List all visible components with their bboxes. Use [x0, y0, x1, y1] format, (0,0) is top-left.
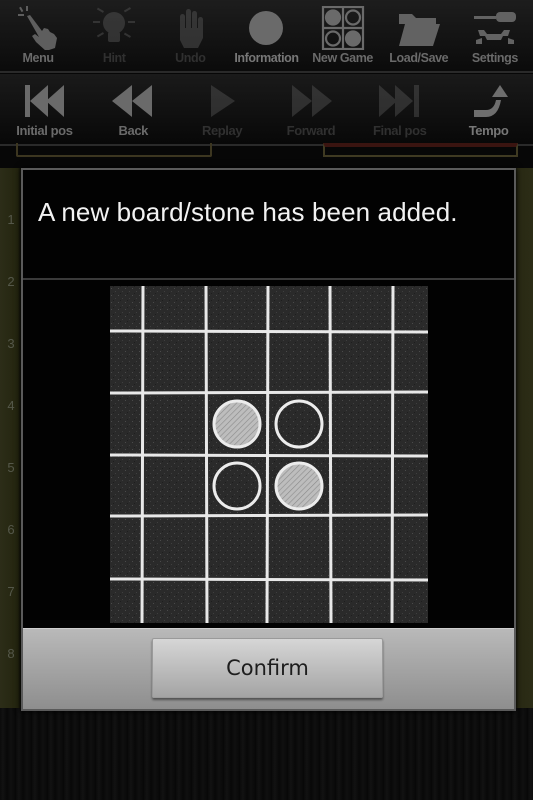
new-game-button[interactable]: New Game [305, 0, 381, 71]
final-pos-button[interactable]: Final pos [355, 74, 444, 144]
back-label: Back [118, 123, 149, 138]
final-pos-label: Final pos [372, 123, 427, 138]
chalk-grid-line [110, 390, 428, 395]
folder-icon [398, 14, 440, 46]
forward-button[interactable]: Forward [266, 74, 355, 144]
black-stone [274, 399, 324, 449]
fast-forward-icon [291, 85, 332, 117]
settings-button[interactable]: Settings [457, 0, 533, 71]
load-save-label: Load/Save [389, 51, 449, 65]
main-toolbar: Menu Hint Undo Information New Game Load… [0, 0, 533, 73]
white-stone [212, 399, 262, 449]
board-preview-image [110, 286, 428, 623]
player1-score-panel [16, 143, 212, 157]
replay-label: Replay [201, 123, 243, 138]
dialog-divider [23, 278, 514, 280]
black-stone [212, 461, 262, 511]
confirm-button[interactable]: Confirm [152, 638, 383, 698]
notification-dialog: A new board/stone has been added. Confir… [21, 168, 516, 711]
wrench-screwdriver-icon [473, 12, 516, 44]
row-label: 4 [7, 398, 15, 413]
circle-icon [249, 11, 284, 45]
rewind-icon [112, 85, 153, 117]
row-label: 7 [7, 584, 15, 599]
undo-label: Undo [175, 51, 206, 65]
curved-arrow-up-icon [473, 85, 508, 117]
load-save-button[interactable]: Load/Save [381, 0, 457, 71]
row-label: 3 [7, 336, 15, 351]
row-label: 5 [7, 460, 15, 475]
undo-button[interactable]: Undo [152, 0, 228, 71]
hint-label: Hint [102, 51, 126, 65]
row-label: 6 [7, 522, 15, 537]
player2-score-panel [323, 143, 518, 157]
back-button[interactable]: Back [89, 74, 178, 144]
dialog-button-bar: Confirm [23, 628, 514, 709]
initial-pos-label: Initial pos [16, 123, 73, 138]
chalk-board-illustration [110, 286, 428, 623]
forward-label: Forward [286, 123, 336, 138]
tempo-button[interactable]: Tempo [444, 74, 533, 144]
skip-to-end-icon [378, 85, 419, 117]
row-label: 8 [7, 646, 15, 661]
lightbulb-icon [93, 7, 136, 42]
chalk-grid-line [110, 329, 428, 334]
chalkboard-footer-background [0, 708, 533, 800]
settings-label: Settings [471, 51, 519, 65]
menu-label: Menu [22, 51, 54, 65]
new-board-icon [321, 6, 364, 50]
play-icon [211, 85, 236, 117]
information-label: Information [234, 51, 299, 65]
menu-button[interactable]: Menu [0, 0, 76, 71]
hand-icon [180, 9, 204, 48]
row-label: 1 [7, 212, 15, 227]
row-label: 2 [7, 274, 15, 289]
dialog-message: A new board/stone has been added. [38, 197, 458, 227]
initial-pos-button[interactable]: Initial pos [0, 74, 89, 144]
chalk-grid-line [110, 577, 428, 582]
hint-button[interactable]: Hint [76, 0, 152, 71]
chalk-grid-line [110, 453, 428, 458]
tempo-label: Tempo [468, 123, 509, 138]
playback-toolbar: Initial pos Back Replay Forward Final po… [0, 74, 533, 146]
new-game-label: New Game [312, 51, 373, 65]
pointing-hand-icon [18, 6, 58, 50]
chalk-grid-line [110, 513, 428, 518]
skip-to-start-icon [25, 85, 65, 117]
white-stone [274, 461, 324, 511]
information-button[interactable]: Information [228, 0, 304, 71]
replay-button[interactable]: Replay [178, 74, 267, 144]
